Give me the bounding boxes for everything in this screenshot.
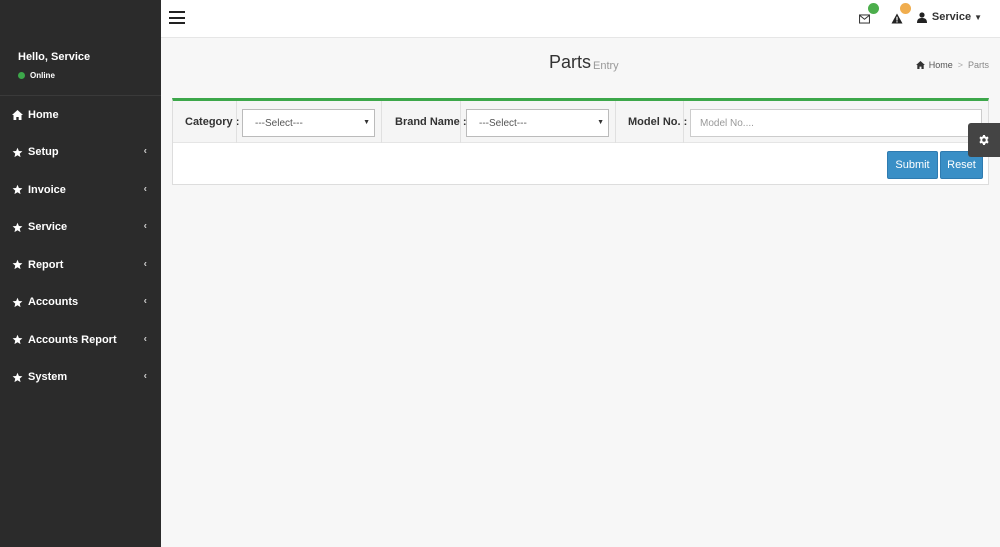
category-label: Category : (185, 116, 240, 128)
menu-toggle-icon[interactable] (169, 11, 185, 24)
status-label: Online (30, 71, 55, 80)
sidebar-menu: Home Setup ‹ Invoice ‹ Service ‹ Report … (0, 96, 161, 396)
brand-select-value: ---Select--- (479, 117, 527, 129)
page-subtitle: Entry (593, 60, 619, 72)
sidebar-item-system[interactable]: System ‹ (0, 359, 161, 397)
sidebar-item-label: Service (28, 221, 68, 234)
alert-badge (900, 3, 911, 14)
chevron-left-icon: ‹ (143, 333, 147, 345)
user-menu-label: Service (931, 11, 972, 23)
online-status-dot (18, 72, 25, 79)
star-icon (11, 146, 23, 158)
chevron-left-icon: ‹ (143, 220, 147, 232)
chevron-left-icon: ‹ (143, 370, 147, 382)
sidebar-item-setup[interactable]: Setup ‹ (0, 134, 161, 172)
category-select-value: ---Select--- (255, 117, 303, 129)
form-fields-row: Category : ---Select--- ▼ Brand Name : -… (173, 101, 988, 143)
submit-button[interactable]: Submit (887, 151, 938, 179)
chevron-left-icon: ‹ (143, 295, 147, 307)
sidebar-item-label: Invoice (28, 183, 66, 196)
parts-entry-form: Category : ---Select--- ▼ Brand Name : -… (172, 98, 989, 185)
star-icon (11, 184, 23, 196)
star-icon (11, 221, 23, 233)
divider (615, 101, 616, 143)
sidebar: Hello, Service Online Home Setup ‹ Invoi… (0, 0, 161, 547)
star-icon (11, 371, 23, 383)
top-navbar: Service ▼ (161, 0, 1000, 38)
category-select[interactable]: ---Select--- ▼ (242, 109, 375, 137)
model-no-input[interactable]: Model No.... (690, 109, 982, 137)
sidebar-item-label: Accounts Report (28, 333, 117, 346)
star-icon (11, 296, 23, 308)
divider (683, 101, 684, 143)
sidebar-item-label: System (28, 371, 68, 384)
divider (236, 101, 237, 143)
chevron-left-icon: ‹ (143, 258, 147, 270)
settings-panel-toggle[interactable] (968, 123, 1000, 157)
sidebar-item-home[interactable]: Home (0, 96, 161, 134)
breadcrumb-home-link[interactable]: Home (929, 60, 953, 70)
sidebar-item-report[interactable]: Report ‹ (0, 246, 161, 284)
breadcrumb-separator: > (957, 60, 963, 70)
divider (460, 101, 461, 143)
caret-down-icon: ▼ (974, 12, 982, 22)
caret-down-icon: ▼ (597, 119, 604, 126)
home-icon (11, 109, 23, 121)
mail-badge (868, 3, 879, 14)
gear-icon (978, 134, 990, 146)
user-status: Online (18, 71, 161, 80)
model-no-placeholder: Model No.... (700, 117, 754, 129)
star-icon (11, 259, 23, 271)
sidebar-item-accounts-report[interactable]: Accounts Report ‹ (0, 321, 161, 359)
sidebar-item-label: Home (28, 108, 59, 121)
chevron-left-icon: ‹ (143, 145, 147, 157)
user-greeting: Hello, Service (18, 51, 91, 63)
envelope-icon[interactable] (859, 3, 879, 26)
user-menu-dropdown[interactable]: Service ▼ (916, 11, 982, 23)
sidebar-item-label: Report (28, 258, 64, 271)
sidebar-item-service[interactable]: Service ‹ (0, 209, 161, 247)
breadcrumb-current: Parts (967, 60, 989, 70)
warning-icon[interactable] (891, 3, 911, 26)
brand-name-label: Brand Name : (395, 116, 467, 128)
breadcrumb: Home > Parts (915, 60, 989, 70)
chevron-left-icon: ‹ (143, 183, 147, 195)
sidebar-item-invoice[interactable]: Invoice ‹ (0, 171, 161, 209)
brand-name-select[interactable]: ---Select--- ▼ (466, 109, 609, 137)
sidebar-item-accounts[interactable]: Accounts ‹ (0, 284, 161, 322)
divider (381, 101, 382, 143)
user-panel: Hello, Service Online (0, 0, 161, 96)
star-icon (11, 334, 23, 346)
model-no-label: Model No. : (628, 116, 688, 128)
sidebar-item-label: Accounts (28, 296, 79, 309)
home-icon (915, 61, 925, 69)
user-icon (916, 11, 927, 23)
page-title: Parts (549, 52, 592, 72)
caret-down-icon: ▼ (363, 119, 370, 126)
sidebar-item-label: Setup (28, 146, 59, 159)
